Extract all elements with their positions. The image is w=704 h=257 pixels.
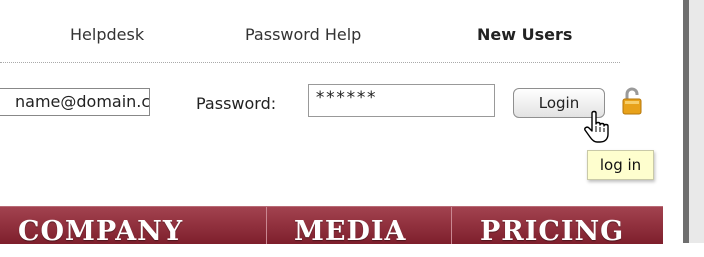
password-field[interactable]: ****** xyxy=(308,84,495,117)
helpdesk-link[interactable]: Helpdesk xyxy=(70,25,144,44)
scrollbar[interactable] xyxy=(683,0,704,243)
login-tooltip: log in xyxy=(587,150,654,180)
nav-item-pricing[interactable]: Pricing xyxy=(480,207,624,247)
divider xyxy=(0,62,620,63)
nav-item-media[interactable]: Media xyxy=(294,207,406,247)
lock-icon xyxy=(622,87,642,115)
email-field[interactable]: name@domain.com xyxy=(0,88,150,116)
page: Helpdesk Password Help New Users name@do… xyxy=(0,0,683,247)
password-help-link[interactable]: Password Help xyxy=(245,25,361,44)
nav-separator xyxy=(266,207,267,244)
nav-item-company[interactable]: Company xyxy=(18,207,183,247)
new-users-link[interactable]: New Users xyxy=(477,25,572,44)
password-label: Password: xyxy=(196,94,277,113)
nav-separator xyxy=(451,207,452,244)
hand-pointer-cursor-icon xyxy=(584,110,609,143)
main-nav: Company Media Pricing xyxy=(0,206,663,247)
scrollbar-track[interactable] xyxy=(689,0,704,243)
